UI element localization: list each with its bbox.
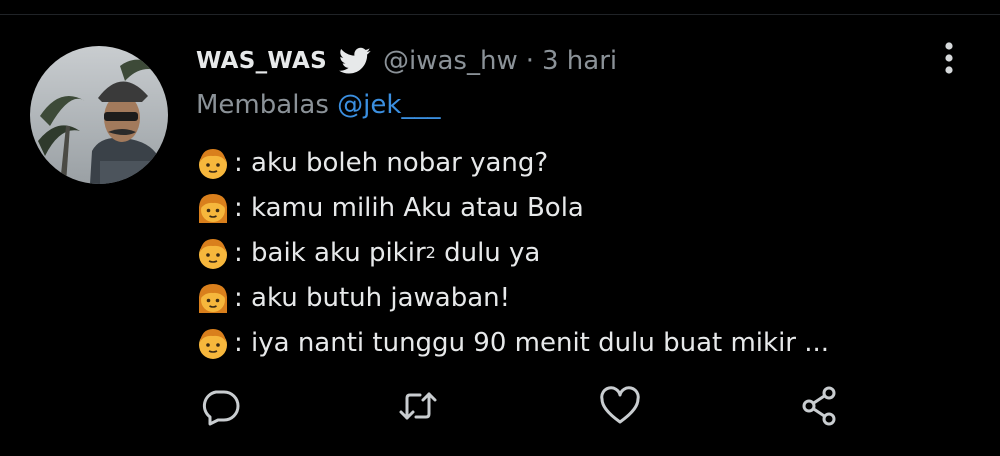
- reply-icon[interactable]: [198, 384, 242, 428]
- tweet-line: : iya nanti tunggu 90 menit dulu buat mi…: [196, 320, 829, 365]
- superscript: 2: [425, 243, 436, 262]
- line-text: : baik aku pikir: [234, 237, 426, 268]
- line-text: : iya nanti tunggu 90 menit dulu buat mi…: [234, 327, 830, 358]
- boy-emoji-icon: [196, 236, 230, 270]
- like-icon[interactable]: [598, 384, 642, 428]
- tweet-header: WAS_WAS @iwas_hw · 3 hari: [196, 43, 617, 79]
- line-text: : aku boleh nobar yang?: [234, 147, 549, 178]
- tweet-line: : aku butuh jawaban!: [196, 275, 829, 320]
- girl-emoji-icon: [196, 281, 230, 315]
- display-name[interactable]: WAS_WAS: [196, 48, 327, 74]
- more-vertical-icon[interactable]: [936, 40, 962, 78]
- line-text-after: dulu ya: [435, 237, 541, 268]
- tweet-line: : aku boleh nobar yang?: [196, 140, 829, 185]
- tweet-line: : kamu milih Aku atau Bola: [196, 185, 829, 230]
- reply-mention[interactable]: @jek___: [337, 90, 440, 120]
- share-icon[interactable]: [798, 384, 842, 428]
- reply-prefix: Membalas: [196, 90, 329, 120]
- boy-emoji-icon: [196, 326, 230, 360]
- bird-icon: [339, 47, 371, 75]
- tweet-time[interactable]: 3 hari: [542, 46, 617, 76]
- retweet-icon[interactable]: [396, 384, 440, 428]
- line-text: : aku butuh jawaban!: [234, 282, 511, 313]
- reply-context: Membalas @jek___: [196, 90, 440, 120]
- top-divider: [0, 14, 1000, 15]
- tweet-text: : aku boleh nobar yang? : kamu milih Aku…: [196, 140, 829, 365]
- avatar[interactable]: [30, 46, 168, 184]
- tweet-line: : baik aku pikir 2 dulu ya: [196, 230, 829, 275]
- separator-dot: ·: [525, 46, 534, 76]
- girl-emoji-icon: [196, 191, 230, 225]
- line-text: : kamu milih Aku atau Bola: [234, 192, 584, 223]
- user-handle[interactable]: @iwas_hw: [383, 46, 518, 76]
- boy-emoji-icon: [196, 146, 230, 180]
